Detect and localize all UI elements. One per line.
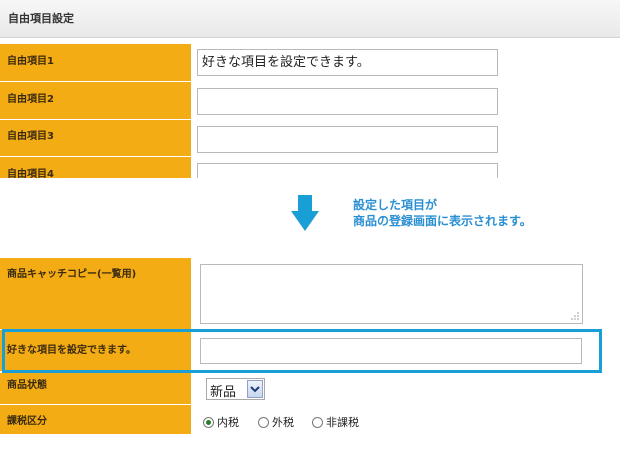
free-item-row-1: 自由項目1 好きな項目を設定できます。 (0, 44, 620, 82)
tax-option-label: 外税 (272, 416, 294, 429)
tax-option-exclusive[interactable]: 外税 (258, 414, 294, 430)
arrow-down-icon (291, 195, 319, 231)
catch-copy-textarea[interactable] (200, 264, 583, 324)
free-item-input-3[interactable] (197, 126, 498, 153)
free-item-input-4[interactable] (197, 163, 498, 178)
status-label: 商品状態 (7, 380, 47, 391)
radio-checked-icon[interactable] (203, 417, 214, 428)
resize-grip-icon[interactable] (571, 312, 579, 320)
free-item-label-4: 自由項目4 (7, 169, 54, 178)
section-header: 自由項目設定 (0, 0, 620, 38)
highlight-frame (2, 329, 602, 373)
section-title: 自由項目設定 (8, 12, 74, 25)
tax-label: 課税区分 (7, 416, 47, 427)
note-line-2: 商品の登録画面に表示されます。 (353, 214, 532, 228)
free-item-input-2[interactable] (197, 88, 498, 115)
chevron-down-icon (250, 386, 260, 393)
tax-option-label: 内税 (217, 416, 239, 429)
status-select-value: 新品 (210, 385, 237, 400)
select-dropdown-button[interactable] (247, 380, 263, 398)
status-row: 商品状態 (0, 373, 620, 405)
free-item-label-3: 自由項目3 (7, 131, 54, 142)
note-line-1: 設定した項目が (353, 198, 438, 212)
radio-unchecked-icon[interactable] (258, 417, 269, 428)
tax-option-label: 非課税 (326, 416, 359, 429)
free-item-row-4: 自由項目4 (0, 157, 620, 178)
explanation-note: 設定した項目が 商品の登録画面に表示されます。 (353, 197, 532, 229)
tax-option-inclusive[interactable]: 内税 (203, 414, 239, 430)
free-item-label-1: 自由項目1 (7, 56, 54, 67)
catch-copy-label: 商品キャッチコピー(一覧用) (7, 269, 137, 280)
free-item-row-3: 自由項目3 (0, 120, 620, 157)
tax-option-exempt[interactable]: 非課税 (312, 414, 359, 430)
free-item-label-2: 自由項目2 (7, 94, 54, 105)
status-select[interactable]: 新品 (206, 378, 265, 400)
tax-row: 課税区分 (0, 405, 620, 435)
free-item-row-2: 自由項目2 (0, 82, 620, 120)
radio-unchecked-icon[interactable] (312, 417, 323, 428)
free-item-input-1[interactable]: 好きな項目を設定できます。 (197, 49, 498, 76)
